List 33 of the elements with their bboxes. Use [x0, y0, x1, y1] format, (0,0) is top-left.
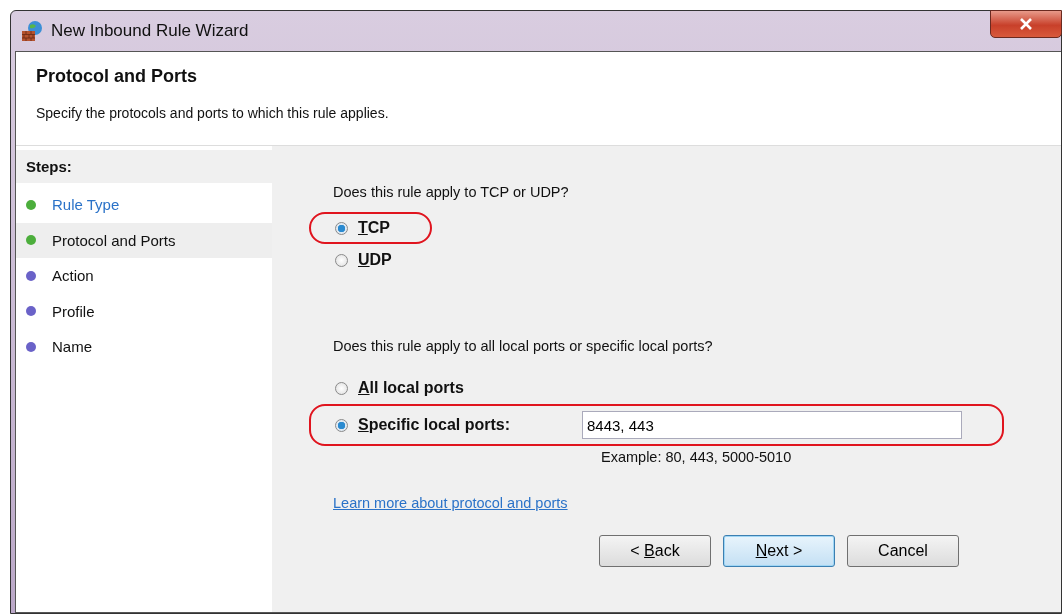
page-description: Specify the protocols and ports to which this rule applies.: [36, 105, 390, 121]
step-item[interactable]: Profile: [16, 293, 272, 329]
wizard-button[interactable]: Cancel: [847, 535, 959, 567]
example-hint: Example: 80, 443, 5000-5010: [601, 449, 793, 465]
close-button[interactable]: [990, 10, 1062, 38]
question-text: Does this rule apply to all local ports or specific local ports?: [333, 338, 713, 354]
radio-button[interactable]: [335, 253, 348, 267]
step-label: Rule Type: [52, 196, 120, 214]
close-icon: [1019, 18, 1033, 30]
help-link[interactable]: Learn more about protocol and ports: [333, 495, 568, 511]
ports-input-field[interactable]: 8443, 443: [582, 411, 962, 439]
page-title: Protocol and Ports: [36, 66, 198, 87]
radio-label: Specific local ports:: [358, 416, 512, 434]
radio-label: TCP: [358, 219, 390, 237]
radio-button[interactable]: [335, 221, 348, 235]
question-text: Does this rule apply to TCP or UDP?: [333, 184, 569, 200]
wizard-button[interactable]: Next >: [723, 535, 835, 567]
step-item[interactable]: Rule Type: [16, 187, 272, 223]
radio-label: All local ports: [358, 379, 465, 397]
radio-button[interactable]: [335, 381, 348, 395]
radio-label: UDP: [358, 251, 392, 269]
step-item[interactable]: Action: [16, 258, 272, 294]
step-label: Protocol and Ports: [52, 231, 176, 249]
step-label: Name: [52, 338, 92, 356]
firewall-globe-icon: [21, 20, 43, 42]
step-item[interactable]: Name: [16, 329, 272, 365]
window-title: New Inbound Rule Wizard: [51, 21, 249, 41]
steps-heading: Steps:: [16, 150, 272, 183]
step-item[interactable]: Protocol and Ports: [16, 222, 272, 258]
radio-button[interactable]: [335, 418, 348, 432]
step-label: Profile: [52, 302, 95, 320]
wizard-button[interactable]: < Back: [599, 535, 711, 567]
step-label: Action: [52, 267, 94, 285]
